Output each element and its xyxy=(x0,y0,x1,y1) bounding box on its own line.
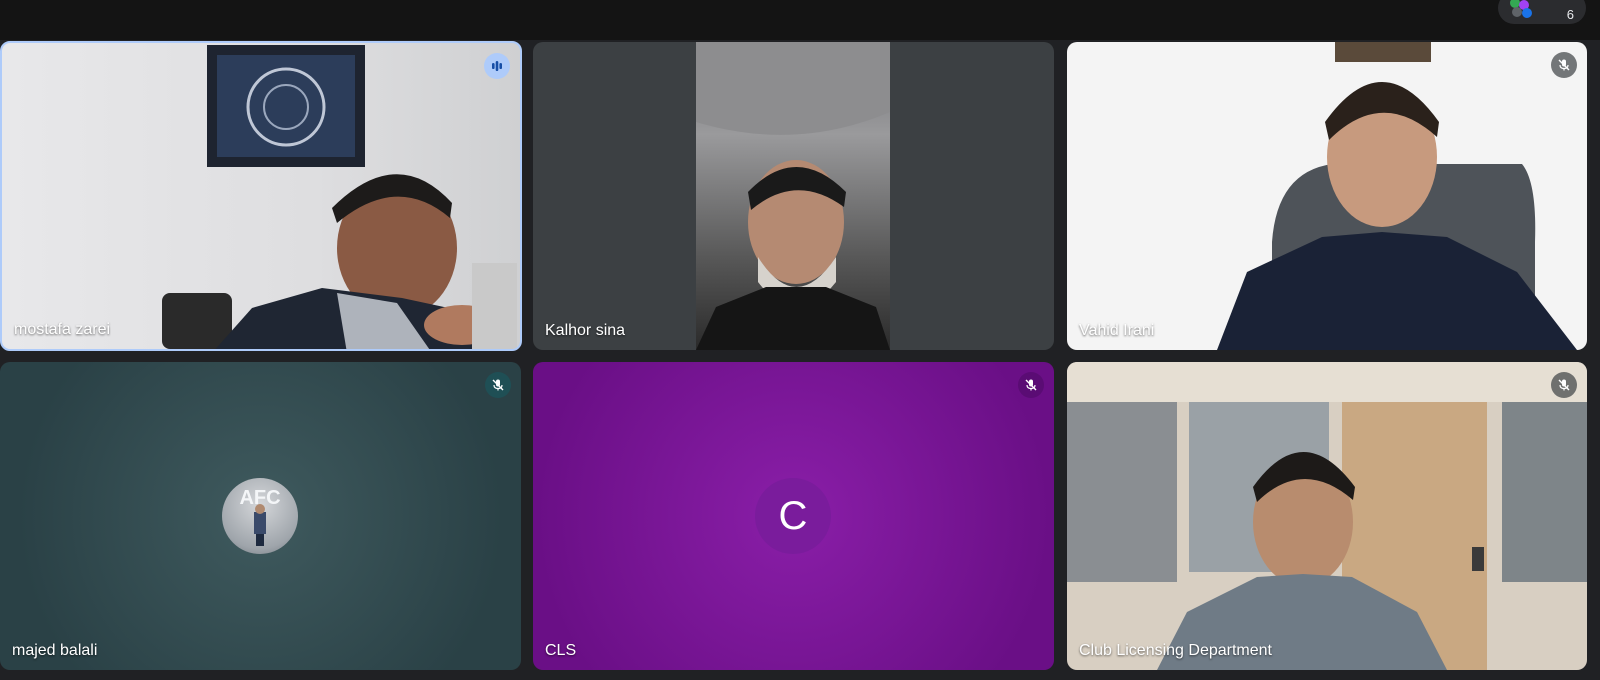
participant-name: CLS xyxy=(545,642,577,659)
participant-avatars-icon xyxy=(1510,0,1536,18)
video-feed xyxy=(1067,362,1587,670)
participant-count: 6 xyxy=(1566,6,1574,22)
mic-off-icon xyxy=(1551,372,1577,398)
video-feed xyxy=(696,42,890,350)
participant-name: mostafa zarei xyxy=(14,321,111,338)
speaking-indicator-icon xyxy=(484,53,510,79)
participant-tile-vahid-irani[interactable]: Vahid Irani xyxy=(1067,42,1587,350)
video-feed xyxy=(1217,42,1577,350)
mic-off-icon xyxy=(1018,372,1044,398)
participant-tile-cls[interactable]: C CLS xyxy=(533,362,1054,670)
participant-tile-club-licensing-department[interactable]: Club Licensing Department xyxy=(1067,362,1587,670)
mic-off-icon xyxy=(485,372,511,398)
video-feed xyxy=(162,45,517,349)
participants-button[interactable]: 6 xyxy=(1498,0,1586,24)
participant-name: Kalhor sina xyxy=(545,322,626,339)
participant-name: majed balali xyxy=(12,642,98,659)
profile-avatar: AFC xyxy=(222,478,298,554)
mic-off-icon xyxy=(1551,52,1577,78)
participant-tile-kalhor-sina[interactable]: Kalhor sina xyxy=(533,42,1054,350)
top-bar: 6 xyxy=(0,0,1600,40)
profile-avatar-letter: C xyxy=(755,478,831,554)
participant-name: Vahid Irani xyxy=(1079,322,1155,339)
participant-name: Club Licensing Department xyxy=(1079,642,1272,659)
participant-tile-mostafa-zarei[interactable]: mostafa zarei xyxy=(0,41,522,351)
participant-tile-majed-balali[interactable]: AFC majed balali xyxy=(0,362,521,670)
